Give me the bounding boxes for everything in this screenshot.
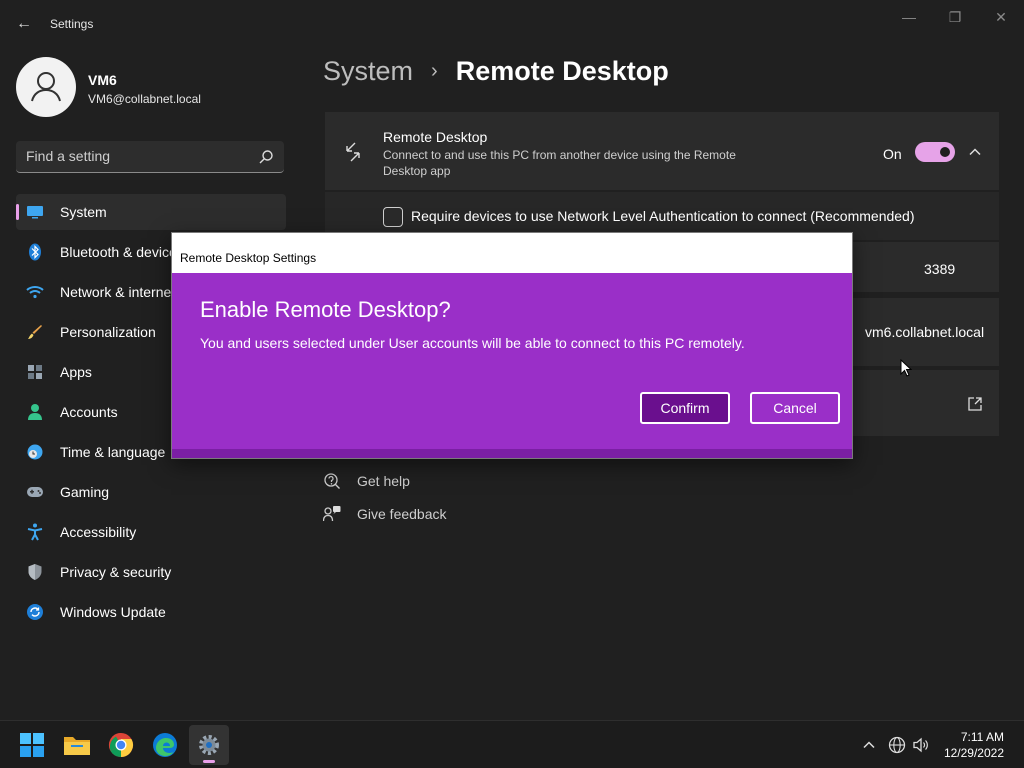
shield-icon	[26, 563, 44, 581]
dialog-heading: Enable Remote Desktop?	[200, 297, 451, 322]
breadcrumb-separator: ›	[431, 60, 438, 82]
remote-desktop-icon	[346, 142, 360, 162]
search-icon[interactable]	[258, 149, 274, 165]
taskbar-file-explorer[interactable]	[57, 725, 97, 765]
account-icon	[26, 403, 44, 421]
remote-desktop-description: Connect to and use this PC from another …	[383, 148, 736, 178]
system-display-icon	[26, 203, 44, 221]
edge-icon	[153, 733, 177, 757]
sidebar-item-system[interactable]: System	[16, 194, 286, 230]
dialog-message: You and users selected under User accoun…	[200, 335, 745, 351]
search-box[interactable]	[16, 141, 284, 173]
minimize-button[interactable]: —	[886, 6, 932, 28]
search-input[interactable]	[26, 148, 246, 164]
remote-desktop-toggle[interactable]	[915, 142, 955, 162]
user-name: VM6	[88, 72, 117, 88]
get-help-link[interactable]: Get help	[357, 473, 410, 489]
taskbar-chrome[interactable]	[101, 725, 141, 765]
user-email: VM6@collabnet.local	[88, 92, 201, 106]
avatar[interactable]	[16, 57, 76, 117]
globe-icon[interactable]	[888, 736, 906, 754]
app-title: Settings	[50, 17, 94, 31]
sidebar-item-windows-update[interactable]: Windows Update	[16, 594, 286, 630]
sidebar-item-label: Apps	[60, 364, 92, 380]
dialog-window-title: Remote Desktop Settings	[180, 251, 317, 265]
gear-icon	[199, 735, 219, 755]
nla-checkbox[interactable]	[383, 207, 403, 227]
chrome-icon	[108, 733, 134, 757]
sidebar-item-privacy[interactable]: Privacy & security	[16, 554, 286, 590]
gamepad-icon	[26, 483, 44, 501]
maximize-button[interactable]: ❐	[932, 6, 978, 28]
taskbar-edge[interactable]	[145, 725, 185, 765]
sidebar-item-label: Windows Update	[60, 604, 166, 620]
sidebar-item-label: Bluetooth & devices	[60, 244, 184, 260]
cancel-button[interactable]: Cancel	[750, 392, 840, 424]
port-value: 3389	[924, 261, 956, 277]
sidebar-item-label: Privacy & security	[60, 564, 172, 580]
title-bar: ← Settings — ❐ ✕	[0, 0, 1024, 48]
dialog-footer	[172, 449, 852, 458]
dialog-title-bar[interactable]: Remote Desktop Settings	[172, 233, 852, 273]
confirm-button[interactable]: Confirm	[640, 392, 730, 424]
user-icon	[31, 72, 61, 102]
mouse-cursor-icon	[900, 359, 912, 377]
sidebar-item-label: Personalization	[60, 324, 156, 340]
clock-date[interactable]: 12/29/2022	[944, 746, 1004, 760]
give-feedback-link[interactable]: Give feedback	[357, 506, 447, 522]
taskbar: 7:11 AM 12/29/2022	[0, 720, 1024, 768]
taskbar-settings[interactable]	[189, 725, 229, 765]
wifi-icon	[26, 283, 44, 301]
remote-desktop-state-label: On	[883, 146, 902, 162]
sidebar-item-label: Time & language	[60, 444, 166, 460]
brush-icon	[26, 323, 44, 341]
external-link-icon[interactable]	[967, 396, 983, 412]
pc-name-value: vm6.collabnet.local	[865, 324, 985, 340]
remote-desktop-settings-dialog: Remote Desktop Settings Enable Remote De…	[171, 232, 853, 459]
page-title: Remote Desktop	[455, 56, 669, 86]
clock-time[interactable]: 7:11 AM	[961, 730, 1004, 744]
chevron-up-icon[interactable]	[966, 143, 984, 161]
active-app-indicator	[203, 760, 215, 763]
folder-icon	[64, 737, 90, 755]
volume-icon[interactable]	[912, 736, 930, 754]
update-icon	[26, 603, 44, 621]
nla-label: Require devices to use Network Level Aut…	[411, 208, 915, 224]
windows-logo-icon	[20, 733, 44, 757]
sidebar-item-gaming[interactable]: Gaming	[16, 474, 286, 510]
toggle-knob	[940, 147, 950, 157]
sidebar-item-label: Accessibility	[60, 524, 137, 540]
accessibility-icon	[26, 523, 44, 541]
back-button[interactable]: ←	[12, 14, 36, 34]
sidebar-item-accessibility[interactable]: Accessibility	[16, 514, 286, 550]
help-icon	[324, 473, 340, 489]
dialog-body: Enable Remote Desktop? You and users sel…	[172, 273, 852, 449]
bluetooth-icon	[26, 243, 44, 261]
sidebar-item-label: Network & internet	[60, 284, 176, 300]
clock-globe-icon	[26, 443, 44, 461]
breadcrumb: System › Remote Desktop	[323, 56, 669, 87]
sidebar-item-label: System	[60, 204, 107, 220]
feedback-icon	[323, 506, 341, 522]
chevron-up-icon[interactable]	[860, 736, 878, 754]
remote-desktop-title: Remote Desktop	[383, 129, 488, 145]
close-button[interactable]: ✕	[978, 6, 1024, 28]
sidebar-item-label: Gaming	[60, 484, 110, 500]
start-button[interactable]	[12, 725, 52, 765]
apps-icon	[26, 363, 44, 381]
breadcrumb-parent-link[interactable]: System	[323, 56, 413, 87]
sidebar-item-label: Accounts	[60, 404, 118, 420]
